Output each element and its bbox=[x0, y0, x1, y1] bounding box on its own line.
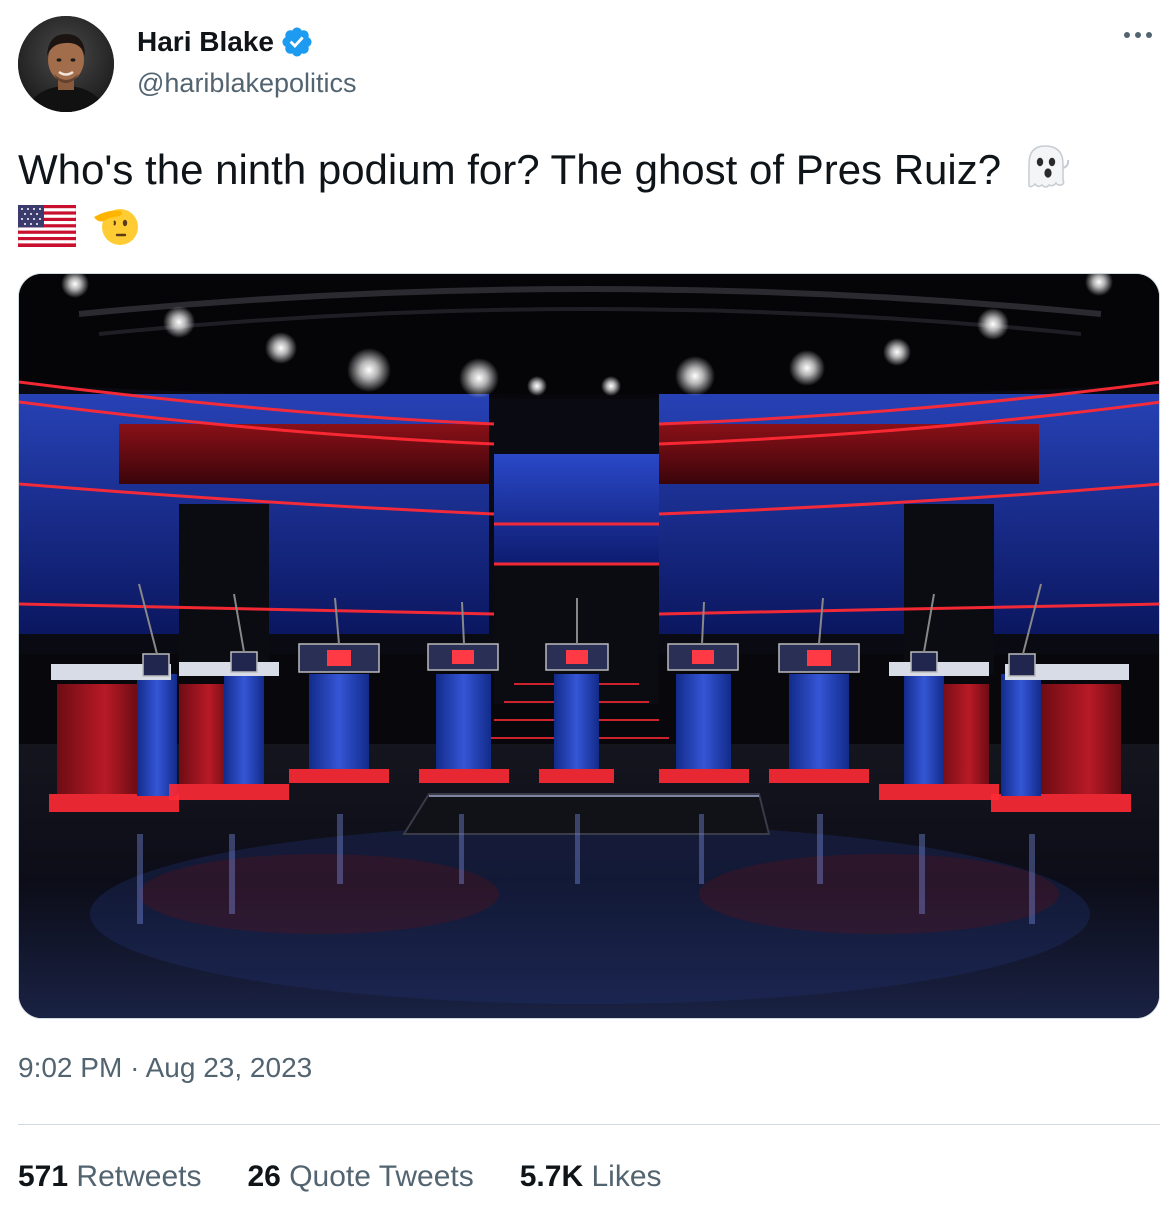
timestamp-time: 9:02 PM bbox=[18, 1052, 123, 1083]
divider bbox=[18, 1124, 1160, 1125]
emoji-line bbox=[17, 199, 1158, 266]
engagement-stats: 571 Retweets 26 Quote Tweets 5.7K Likes bbox=[18, 1160, 708, 1194]
author-name[interactable]: Hari Blake bbox=[137, 26, 274, 58]
debate-stage-photo-icon bbox=[19, 274, 1159, 1018]
likes-stat[interactable]: 5.7K Likes bbox=[520, 1160, 662, 1194]
author-block: Hari Blake @hariblakepolitics bbox=[137, 24, 357, 99]
quotes-count: 26 bbox=[247, 1160, 281, 1193]
dot-icon bbox=[1135, 32, 1141, 38]
saluting-face-emoji-icon bbox=[90, 199, 142, 266]
dot-icon bbox=[1146, 32, 1152, 38]
retweets-label: Retweets bbox=[76, 1160, 202, 1193]
tweet-text: Who's the ninth podium for? The ghost of… bbox=[17, 140, 1158, 266]
quotes-label: Quote Tweets bbox=[289, 1160, 474, 1193]
name-row: Hari Blake bbox=[137, 24, 357, 60]
more-options-button[interactable] bbox=[1118, 20, 1158, 50]
tweet-body: Who's the ninth podium for? The ghost of… bbox=[18, 146, 1002, 193]
quote-tweets-stat[interactable]: 26 Quote Tweets bbox=[247, 1160, 473, 1194]
retweets-stat[interactable]: 571 Retweets bbox=[18, 1160, 201, 1194]
likes-label: Likes bbox=[591, 1160, 662, 1193]
media-image[interactable] bbox=[18, 273, 1160, 1019]
ghost-emoji-icon bbox=[1019, 140, 1071, 192]
tweet-card: Hari Blake @hariblakepolitics Who's the … bbox=[0, 0, 1176, 1214]
dot-icon bbox=[1124, 32, 1130, 38]
likes-count: 5.7K bbox=[519, 1160, 584, 1193]
verified-badge-icon[interactable] bbox=[280, 25, 314, 59]
retweets-count: 571 bbox=[18, 1160, 69, 1193]
timestamp[interactable]: 9:02 PM · Aug 23, 2023 bbox=[18, 1052, 312, 1084]
avatar[interactable] bbox=[18, 16, 114, 112]
profile-photo-icon bbox=[18, 16, 114, 112]
timestamp-separator: · bbox=[130, 1052, 140, 1083]
author-handle[interactable]: @hariblakepolitics bbox=[137, 68, 357, 99]
timestamp-date: Aug 23, 2023 bbox=[145, 1052, 313, 1083]
us-flag-emoji-icon bbox=[17, 204, 77, 262]
